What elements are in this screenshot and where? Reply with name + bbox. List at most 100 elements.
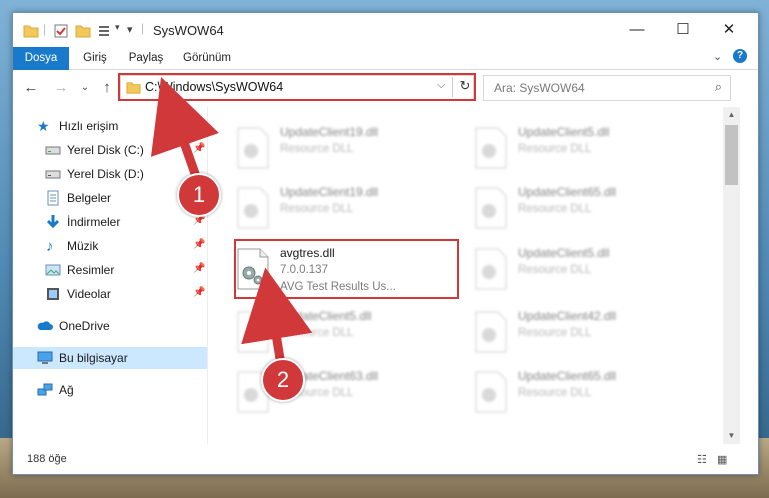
forward-arrow-icon[interactable]: →	[51, 78, 71, 98]
file-description: Resource DLL	[518, 327, 592, 339]
list-item[interactable]: UpdateClient65.dll Resource DLL	[470, 181, 690, 237]
sidebar-item-pictures[interactable]: Resimler 📌	[13, 259, 207, 281]
dll-file-icon	[237, 311, 269, 353]
sidebar-item-label: İndirmeler	[67, 215, 121, 229]
file-name: UpdateClient5.dll	[518, 246, 610, 260]
file-name: UpdateClient19.dll	[280, 185, 379, 199]
file-description: Resource DLL	[280, 203, 354, 215]
sidebar-item-label: Belgeler	[67, 191, 112, 205]
scrollbar-thumb[interactable]	[725, 125, 738, 185]
cloud-icon	[37, 321, 53, 330]
separator: |	[141, 21, 145, 35]
file-description: Resource DLL	[280, 327, 354, 339]
item-count: 188 öğe	[27, 453, 67, 465]
pin-icon[interactable]: 📌	[193, 287, 205, 298]
new-folder-icon[interactable]	[75, 23, 91, 39]
list-item[interactable]: UpdateClient19.dll Resource DLL	[232, 181, 452, 237]
back-arrow-icon[interactable]: ←	[21, 78, 41, 98]
customize-icon[interactable]	[97, 23, 113, 39]
drive-icon	[45, 146, 61, 155]
properties-icon[interactable]	[53, 23, 69, 39]
sidebar-item-label: Hızlı erişim	[59, 119, 119, 133]
title-bar: | ▾ ▾ | SysWOW64 — ☐ ✕	[13, 13, 758, 47]
sidebar-item-videos[interactable]: Videolar 📌	[13, 283, 207, 305]
file-name: UpdateClient19.dll	[280, 125, 379, 139]
dll-file-icon	[237, 187, 269, 229]
list-item[interactable]: UpdateClient5.dll Resource DLL	[470, 121, 690, 177]
file-description: Resource DLL	[518, 143, 592, 155]
explorer-window: | ▾ ▾ | SysWOW64 — ☐ ✕ Dosya Giriş Payla…	[12, 12, 759, 475]
sidebar-item-drive-c[interactable]: Yerel Disk (C:) 📌	[13, 139, 207, 161]
scroll-down-icon[interactable]: ▼	[723, 428, 740, 444]
list-item[interactable]: UpdateClient19.dll Resource DLL	[232, 121, 452, 177]
videos-icon	[47, 288, 59, 300]
sidebar-item-label: Resimler	[67, 263, 115, 277]
sidebar-item-quick-access[interactable]: ★ Hızlı erişim	[13, 115, 207, 137]
star-icon: ★	[37, 118, 50, 134]
sidebar-item-this-pc[interactable]: Bu bilgisayar	[13, 347, 207, 369]
list-item[interactable]: UpdateClient5.dll Resource DLL	[470, 242, 690, 298]
music-icon: ♪	[46, 238, 54, 255]
pin-icon[interactable]: 📌	[193, 239, 205, 250]
dll-file-icon	[237, 127, 269, 169]
recent-locations-icon[interactable]: ⌄	[75, 78, 95, 98]
chevron-down-icon[interactable]: ▾	[115, 22, 120, 33]
dll-file-icon	[475, 187, 507, 229]
help-icon[interactable]: ?	[733, 49, 747, 63]
sidebar-item-music[interactable]: ♪ Müzik 📌	[13, 235, 207, 257]
sidebar-item-label: Yerel Disk (C:)	[67, 143, 144, 157]
dll-file-icon	[475, 248, 507, 290]
sidebar-item-downloads[interactable]: İndirmeler 📌	[13, 211, 207, 233]
file-name: UpdateClient5.dll	[280, 309, 372, 323]
up-arrow-icon[interactable]: ↑	[97, 78, 117, 98]
step-badge-2: 2	[261, 358, 305, 402]
file-name: UpdateClient65.dll	[518, 369, 617, 383]
quick-access-dropdown-icon[interactable]: ▾	[127, 23, 133, 36]
dll-file-icon	[475, 311, 507, 353]
status-bar: 188 öğe ☷ ▦	[13, 445, 758, 474]
sidebar-item-label: Müzik	[67, 239, 99, 253]
close-button[interactable]: ✕	[706, 17, 752, 43]
navigation-bar: ← → ⌄ ↑ C:\Windows\SysWOW64 ⌵ ↻ Ara: Sys…	[13, 70, 758, 106]
folder-icon	[23, 25, 39, 38]
sidebar-item-label: Bu bilgisayar	[59, 351, 128, 365]
search-input[interactable]: Ara: SysWOW64	[494, 81, 585, 95]
step-badge-1: 1	[177, 173, 221, 217]
search-box[interactable]: Ara: SysWOW64 ⌕	[483, 75, 731, 101]
ribbon-expand-icon[interactable]: ⌄	[713, 50, 722, 63]
maximize-button[interactable]: ☐	[660, 17, 706, 43]
file-description: Resource DLL	[518, 264, 592, 276]
sidebar-item-label: OneDrive	[59, 319, 110, 333]
sidebar-item-drive-d[interactable]: Yerel Disk (D:)	[13, 163, 207, 185]
dll-file-icon	[475, 127, 507, 169]
scroll-up-icon[interactable]: ▲	[723, 107, 740, 123]
search-icon[interactable]: ⌕	[715, 79, 722, 95]
ribbon-tabs: Dosya Giriş Paylaş Görünüm ⌄ ?	[13, 47, 758, 103]
list-item[interactable]: UpdateClient5.dll Resource DLL	[232, 305, 452, 361]
list-item[interactable]: UpdateClient42.dll Resource DLL	[470, 305, 690, 361]
file-description: Resource DLL	[518, 203, 592, 215]
dll-file-icon	[475, 371, 507, 413]
vertical-scrollbar[interactable]: ▲ ▼	[723, 107, 740, 444]
minimize-button[interactable]: —	[614, 17, 660, 43]
network-icon	[37, 383, 53, 396]
file-name: UpdateClient5.dll	[518, 125, 610, 139]
pin-icon[interactable]: 📌	[193, 263, 205, 274]
file-description: Resource DLL	[518, 387, 592, 399]
documents-icon	[47, 190, 59, 206]
separator: |	[43, 22, 47, 36]
sidebar-item-label: Ağ	[59, 383, 74, 397]
tab-view[interactable]: Görünüm	[177, 47, 237, 69]
sidebar-item-network[interactable]: Ağ	[13, 379, 207, 401]
window-title: SysWOW64	[153, 23, 224, 38]
large-icons-view-icon[interactable]: ▦	[717, 453, 731, 466]
file-description: Resource DLL	[280, 143, 354, 155]
pin-icon[interactable]: 📌	[193, 143, 205, 154]
computer-icon	[37, 351, 53, 364]
tab-home[interactable]: Giriş	[73, 47, 117, 69]
details-view-icon[interactable]: ☷	[697, 453, 711, 466]
list-item[interactable]: UpdateClient65.dll Resource DLL	[470, 365, 690, 421]
sidebar-item-onedrive[interactable]: OneDrive	[13, 315, 207, 337]
drive-icon	[45, 170, 61, 179]
tab-share[interactable]: Paylaş	[121, 47, 171, 69]
